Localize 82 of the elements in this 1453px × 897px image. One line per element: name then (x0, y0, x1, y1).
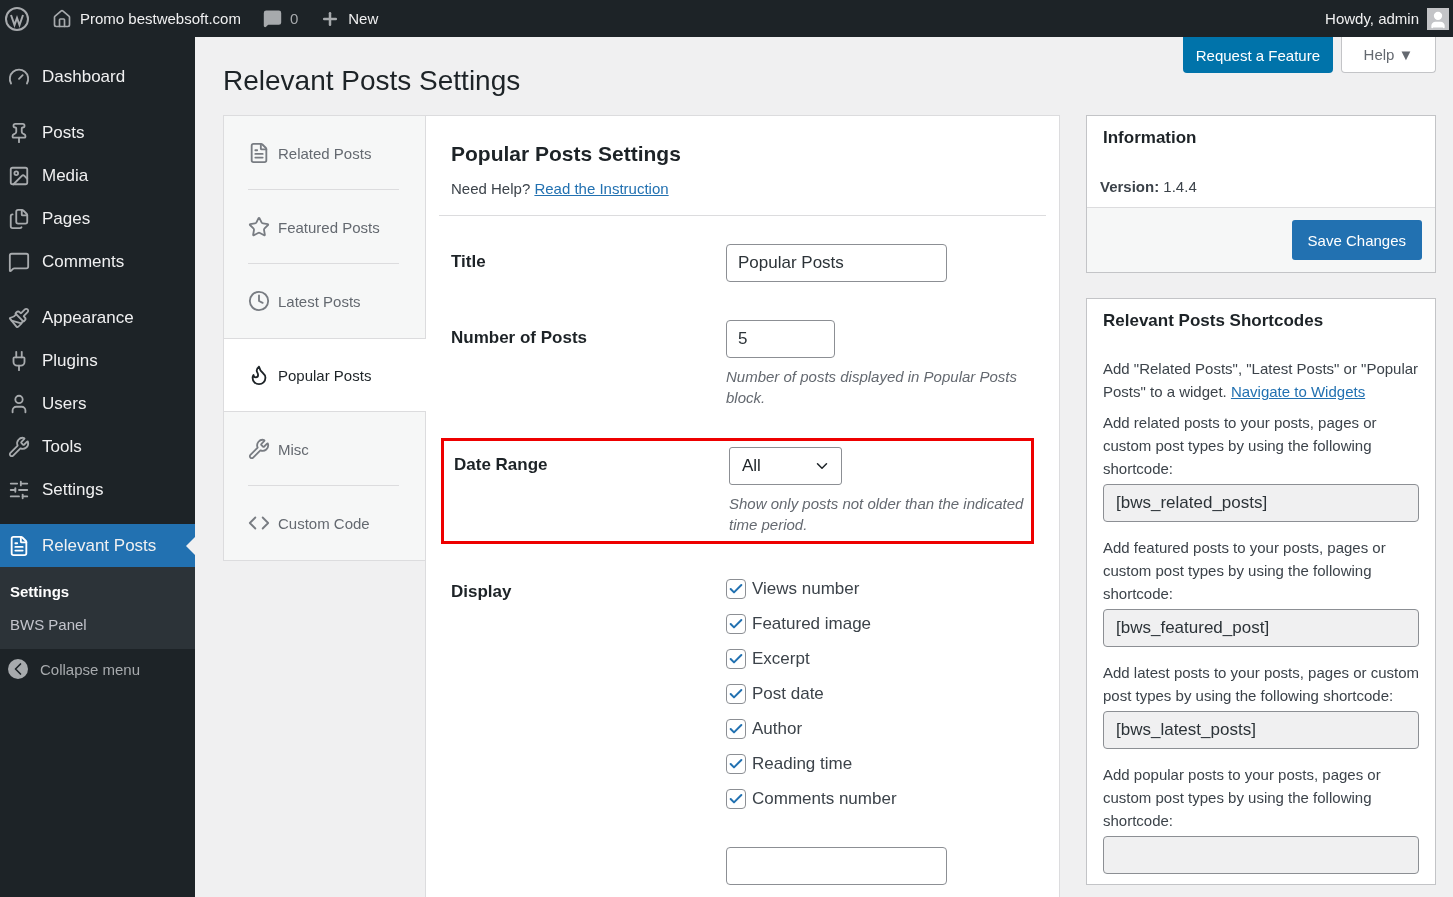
checkbox[interactable] (726, 649, 746, 669)
page-title: Relevant Posts Settings (223, 65, 522, 97)
checkbox[interactable] (726, 684, 746, 704)
document-icon (8, 534, 30, 557)
menu-item[interactable]: Settings (0, 468, 195, 511)
widget-text: Add "Related Posts", "Latest Posts" or "Popular Posts" to a widget. Navigate to Widgets (1103, 359, 1419, 402)
comment-count[interactable]: 0 (289, 10, 299, 27)
number-field[interactable]: 5 (726, 320, 835, 358)
wrench-icon (248, 438, 270, 460)
speech-bubble-icon (8, 250, 30, 273)
speech-bubble-icon (262, 9, 282, 28)
menu-item[interactable]: Users (0, 382, 195, 425)
tab[interactable]: Latest Posts (224, 264, 425, 338)
version-text: Version: 1.4.4 (1099, 177, 1198, 197)
checkbox[interactable] (726, 579, 746, 599)
checkbox-label: Post date (752, 684, 824, 704)
checkbox-label: Comments number (752, 789, 897, 809)
checkbox-label: Excerpt (752, 649, 810, 669)
document-icon (248, 142, 270, 164)
avatar-icon[interactable] (1427, 7, 1449, 30)
submenu-item[interactable]: Settings (0, 575, 195, 608)
wrench-icon (8, 435, 30, 458)
field-description: Show only posts not older than the indicated time period. (729, 494, 1025, 535)
request-feature-button[interactable]: Request a Feature (1182, 37, 1333, 73)
howdy-link[interactable]: Howdy, admin (1325, 10, 1419, 27)
home-icon (52, 8, 72, 29)
media-icon (8, 164, 30, 187)
pages-icon (8, 207, 30, 230)
card-title: Relevant Posts Shortcodes (1102, 310, 1325, 332)
shortcode-field[interactable]: [bws_related_posts] (1103, 484, 1419, 522)
sliders-icon (8, 478, 30, 501)
checkbox-label: Reading time (752, 754, 853, 774)
menu-item[interactable]: Dashboard (0, 55, 195, 98)
collapse-menu-button[interactable]: Collapse menu (0, 649, 195, 689)
shortcode-description: Add latest posts to your posts, pages or custom post types by using the following shortcode: (1103, 663, 1419, 706)
save-changes-button[interactable]: Save Changes (1291, 220, 1422, 260)
checkbox[interactable] (726, 789, 746, 809)
menu-item[interactable]: Relevant Posts (0, 524, 195, 567)
field-label: Title (451, 252, 486, 271)
menu-item[interactable]: Posts (0, 111, 195, 154)
tab[interactable]: Featured Posts (224, 190, 425, 264)
field-description: Number of posts displayed in Popular Posts block. (726, 367, 1018, 408)
menu-item[interactable]: Pages (0, 197, 195, 240)
wordpress-logo[interactable] (4, 5, 30, 32)
field-label: Number of Posts (451, 328, 588, 347)
tab[interactable]: Popular Posts (224, 338, 426, 412)
checkbox[interactable] (726, 719, 746, 739)
site-link[interactable]: Promo bestwebsoft.com (80, 10, 241, 27)
shortcode-field[interactable]: [bws_featured_post] (1103, 609, 1419, 647)
checkbox-label: Featured image (752, 614, 872, 634)
checkbox-label: Views number (752, 579, 860, 599)
widgets-link[interactable]: Navigate to Widgets (1230, 383, 1366, 400)
shortcode-field[interactable]: [bws_latest_posts] (1103, 711, 1419, 749)
new-link[interactable]: New (348, 10, 379, 27)
shortcode-field[interactable] (1103, 836, 1419, 874)
date-range-select[interactable]: All (729, 447, 842, 485)
tab[interactable]: Related Posts (224, 116, 425, 190)
field-label: Display (451, 582, 512, 601)
checkbox[interactable] (726, 754, 746, 774)
menu-item[interactable]: Comments (0, 240, 195, 283)
checkbox[interactable] (726, 614, 746, 634)
submenu-item[interactable]: BWS Panel (0, 608, 195, 641)
menu-item[interactable]: Media (0, 154, 195, 197)
card-title: Information (1102, 127, 1198, 149)
tab[interactable]: Misc (224, 412, 425, 486)
help-text: Need Help? Read the Instruction (451, 180, 670, 197)
menu-item[interactable]: Appearance (0, 296, 195, 339)
shortcode-description: Add featured posts to your posts, pages or custom post types by using the following shortcode: (1103, 538, 1387, 604)
menu-item[interactable]: Tools (0, 425, 195, 468)
shortcode-description: Add popular posts to your posts, pages or custom post types by using the following shortcode: (1103, 765, 1382, 831)
paintbrush-icon (8, 306, 30, 329)
text-field[interactable] (726, 847, 947, 885)
current-pointer (186, 537, 195, 555)
instruction-link[interactable]: Read the Instruction (534, 180, 669, 197)
tab[interactable]: Custom Code (224, 486, 425, 560)
help-button[interactable]: Help ▼ (1341, 37, 1436, 73)
text-field[interactable]: Popular Posts (726, 244, 947, 282)
field-label: Date Range (454, 455, 548, 474)
section-heading: Popular Posts Settings (451, 142, 682, 166)
checkbox-label: Author (752, 719, 803, 739)
shortcode-description: Add related posts to your posts, pages or custom post types by using the following shortcode: (1103, 413, 1378, 479)
menu-item[interactable]: Plugins (0, 339, 195, 382)
